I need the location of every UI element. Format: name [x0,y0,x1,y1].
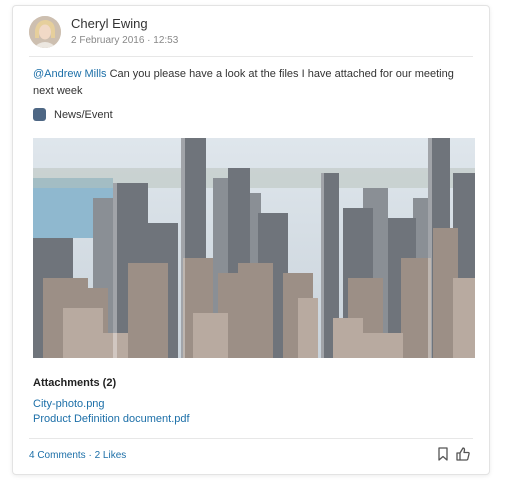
footer-actions [435,446,471,462]
post-stats-link[interactable]: 4 Comments · 2 Likes [29,450,126,461]
bookmark-icon[interactable] [435,446,451,462]
category-swatch [33,108,46,121]
mention-link[interactable]: @Andrew Mills [33,68,107,80]
post-message: @Andrew Mills Can you please have a look… [33,66,473,100]
avatar-image [29,16,61,48]
header-divider [29,56,473,57]
post-image[interactable] [33,138,475,358]
post-card: Cheryl Ewing 2 February 2016 · 12:53 @An… [12,5,490,475]
post-header: Cheryl Ewing 2 February 2016 · 12:53 [29,14,178,50]
post-meta: Cheryl Ewing 2 February 2016 · 12:53 [71,16,178,48]
attachment-link-city-photo[interactable]: City-photo.png [33,398,105,410]
attachments-title: Attachments (2) [33,377,117,389]
city-photo [33,138,475,358]
author-name[interactable]: Cheryl Ewing [71,16,178,32]
category-tag[interactable]: News/Event [33,108,113,121]
post-date: 2 February 2016 · 12:53 [71,35,179,46]
attachment-link-product-definition[interactable]: Product Definition document.pdf [33,413,190,425]
thumbs-up-icon[interactable] [455,446,471,462]
footer-divider [29,438,473,439]
author-avatar[interactable] [29,16,61,48]
category-label: News/Event [54,108,113,121]
